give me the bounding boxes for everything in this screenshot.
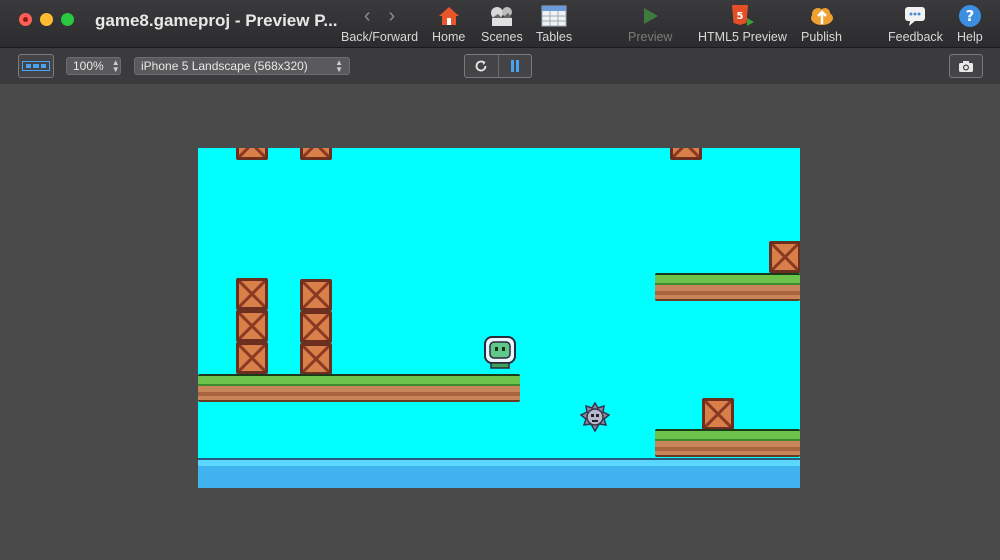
back-forward-label: Back/Forward	[341, 30, 419, 44]
device-stepper-icon: ▲ ▼	[335, 58, 343, 74]
play-icon	[640, 2, 660, 30]
zoom-select[interactable]: 100% ▲ ▼	[66, 57, 121, 75]
scenes-button[interactable]: Scenes	[481, 2, 523, 44]
enemy-character	[579, 401, 611, 433]
crate-block	[300, 279, 332, 311]
ground-platform	[655, 429, 800, 457]
home-icon	[438, 2, 460, 30]
home-button[interactable]: Home	[432, 2, 465, 44]
svg-text:?: ?	[966, 7, 975, 25]
game-preview-viewport[interactable]	[198, 148, 800, 488]
preview-button[interactable]: Preview	[628, 2, 672, 44]
reload-button[interactable]	[465, 55, 498, 77]
zoom-window-button[interactable]	[61, 13, 74, 26]
pause-button[interactable]	[497, 55, 532, 77]
scenes-label: Scenes	[481, 30, 523, 44]
crate-block	[236, 278, 268, 310]
home-label: Home	[432, 30, 466, 44]
svg-text:5: 5	[737, 11, 744, 22]
crate-block	[300, 311, 332, 343]
crate-block	[702, 398, 734, 430]
tables-icon	[541, 2, 567, 30]
minimize-window-button[interactable]	[40, 13, 53, 26]
html5-preview-label: HTML5 Preview	[698, 30, 787, 44]
crate-block	[236, 310, 268, 342]
crate-block	[769, 241, 800, 273]
publish-button[interactable]: Publish	[801, 2, 842, 44]
ground-platform	[655, 273, 800, 301]
back-forward-arrows: ‹ ›	[364, 2, 395, 30]
device-value: iPhone 5 Landscape (568x320)	[141, 59, 308, 73]
help-button[interactable]: ? Help	[957, 2, 983, 44]
player-character	[484, 336, 516, 370]
html5-preview-button[interactable]: 5 HTML5 Preview	[698, 2, 787, 44]
ground-platform	[198, 374, 520, 402]
layout-toggle-button[interactable]	[18, 54, 54, 78]
crate-block	[236, 342, 268, 374]
water-surface	[198, 458, 800, 488]
pause-icon	[510, 60, 519, 72]
preview-label: Preview	[628, 30, 673, 44]
camera-icon	[959, 60, 973, 72]
window-title: game8.gameproj - Preview P...	[95, 11, 338, 30]
publish-label: Publish	[801, 30, 842, 44]
preview-controls-bar: 100% ▲ ▼ iPhone 5 Landscape (568x320) ▲ ▼	[0, 48, 1000, 84]
scenes-icon	[488, 2, 516, 30]
back-arrow-icon[interactable]: ‹	[364, 5, 371, 28]
device-select[interactable]: iPhone 5 Landscape (568x320) ▲ ▼	[134, 57, 350, 75]
preview-controls-inner: 100% ▲ ▼ iPhone 5 Landscape (568x320) ▲ ▼	[0, 48, 1000, 84]
zoom-value: 100%	[73, 59, 104, 73]
crate-block	[300, 343, 332, 375]
publish-cloud-icon	[808, 2, 836, 30]
close-window-button[interactable]	[19, 13, 32, 26]
screenshot-button[interactable]	[949, 54, 983, 78]
feedback-label: Feedback	[888, 30, 943, 44]
back-forward-button[interactable]: ‹ › Back/Forward	[341, 2, 419, 45]
feedback-button[interactable]: Feedback	[888, 2, 943, 44]
html5-icon: 5	[729, 2, 755, 30]
crate-block	[236, 148, 268, 160]
title-toolbar: game8.gameproj - Preview P... ‹ › Back/F…	[0, 0, 1000, 48]
tables-button[interactable]: Tables	[536, 2, 572, 44]
forward-arrow-icon[interactable]: ›	[389, 5, 396, 28]
reload-icon	[475, 60, 487, 72]
crate-block	[300, 148, 332, 160]
reload-pause-group	[464, 54, 532, 78]
feedback-speech-icon	[903, 2, 927, 30]
help-label: Help	[957, 30, 983, 44]
help-question-icon: ?	[958, 2, 982, 30]
layout-toggle-icon	[22, 61, 50, 71]
crate-block	[670, 148, 702, 160]
zoom-stepper-icon: ▲ ▼	[111, 58, 120, 74]
tables-label: Tables	[536, 30, 573, 44]
